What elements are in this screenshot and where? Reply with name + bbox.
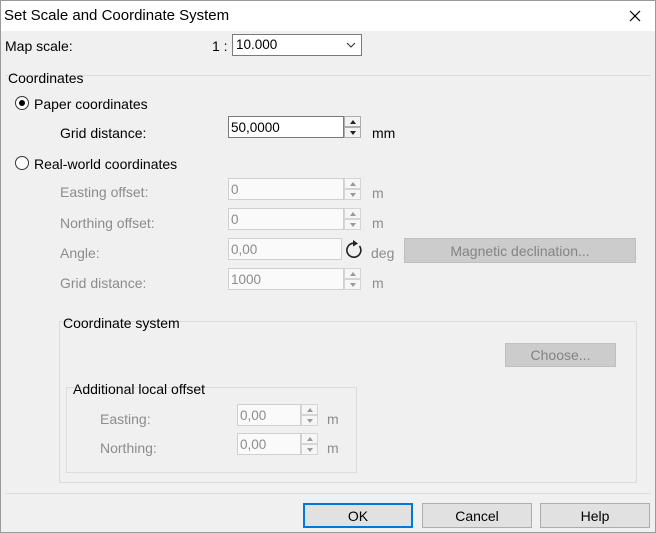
spin-down-button[interactable] xyxy=(344,127,361,138)
chevron-down-icon xyxy=(346,42,356,48)
magnetic-declination-button[interactable]: Magnetic declination... xyxy=(404,238,636,263)
spin-down-button[interactable] xyxy=(301,415,318,426)
close-button[interactable] xyxy=(620,0,650,31)
spin-up-button[interactable] xyxy=(344,268,361,279)
local-northing-label: Northing: xyxy=(100,440,157,456)
paper-grid-distance-spinner[interactable] xyxy=(344,116,361,138)
real-grid-distance-value: 1000 xyxy=(231,272,262,287)
paper-grid-distance-label: Grid distance: xyxy=(60,125,147,141)
northing-offset-input[interactable]: 0 xyxy=(228,208,344,230)
local-offset-group-label: Additional local offset xyxy=(73,381,206,397)
real-world-coordinates-radio[interactable] xyxy=(15,156,29,170)
help-button[interactable]: Help xyxy=(540,503,650,528)
spin-down-button[interactable] xyxy=(344,219,361,230)
local-northing-unit: m xyxy=(327,440,339,456)
local-offset-group xyxy=(66,387,357,473)
spin-up-button[interactable] xyxy=(344,178,361,189)
choose-button[interactable]: Choose... xyxy=(505,343,616,367)
local-easting-label: Easting: xyxy=(100,411,151,427)
spin-up-button[interactable] xyxy=(301,404,318,415)
easting-offset-input[interactable]: 0 xyxy=(228,178,344,200)
arrow-down-icon xyxy=(349,282,356,287)
arrow-up-icon xyxy=(306,407,313,412)
dialog-title: Set Scale and Coordinate System xyxy=(4,7,230,24)
local-northing-value: 0,00 xyxy=(240,437,267,452)
arrow-up-icon xyxy=(349,119,356,124)
real-world-coordinates-label[interactable]: Real-world coordinates xyxy=(34,156,177,172)
map-scale-value: 10.000 xyxy=(236,37,278,52)
spin-down-button[interactable] xyxy=(301,444,318,455)
spin-up-button[interactable] xyxy=(301,433,318,444)
northing-offset-unit: m xyxy=(372,215,384,231)
easting-offset-unit: m xyxy=(372,185,384,201)
spin-down-button[interactable] xyxy=(344,189,361,200)
close-icon xyxy=(629,10,641,21)
northing-offset-spinner[interactable] xyxy=(344,208,361,230)
angle-label: Angle: xyxy=(60,245,100,261)
arrow-up-icon xyxy=(349,211,356,216)
coordinates-group-label: Coordinates xyxy=(8,70,84,86)
arrow-down-icon xyxy=(306,447,313,452)
angle-value: 0,00 xyxy=(231,242,258,257)
easting-offset-value: 0 xyxy=(231,182,239,197)
ok-button[interactable]: OK xyxy=(303,503,413,528)
real-grid-distance-unit: m xyxy=(372,275,384,291)
local-easting-unit: m xyxy=(327,411,339,427)
paper-grid-distance-input[interactable]: 50,0000 xyxy=(228,116,344,138)
local-easting-value: 0,00 xyxy=(240,408,267,423)
arrow-up-icon xyxy=(349,181,356,186)
map-scale-combobox[interactable]: 10.000 xyxy=(232,34,362,56)
map-scale-label: Map scale: xyxy=(5,38,73,54)
easting-offset-spinner[interactable] xyxy=(344,178,361,200)
paper-grid-distance-value: 50,0000 xyxy=(231,120,280,135)
paper-coordinates-label[interactable]: Paper coordinates xyxy=(34,96,148,112)
easting-offset-label: Easting offset: xyxy=(60,184,149,200)
angle-unit: deg xyxy=(371,245,395,261)
section-divider xyxy=(5,75,651,76)
local-northing-spinner[interactable] xyxy=(301,433,318,455)
angle-input[interactable]: 0,00 xyxy=(228,238,342,260)
coordinate-system-group-label: Coordinate system xyxy=(63,315,180,331)
footer-divider xyxy=(5,493,651,494)
real-grid-distance-label: Grid distance: xyxy=(60,275,147,291)
arrow-down-icon xyxy=(349,222,356,227)
arrow-down-icon xyxy=(349,130,356,135)
local-northing-input[interactable]: 0,00 xyxy=(237,433,301,455)
paper-grid-distance-unit: mm xyxy=(372,125,396,141)
arrow-down-icon xyxy=(349,192,356,197)
local-easting-spinner[interactable] xyxy=(301,404,318,426)
arrow-up-icon xyxy=(349,271,356,276)
arrow-down-icon xyxy=(306,418,313,423)
rotate-clockwise-icon[interactable] xyxy=(343,239,365,261)
arrow-up-icon xyxy=(306,436,313,441)
map-scale-prefix: 1 : xyxy=(212,38,228,54)
paper-coordinates-radio[interactable] xyxy=(15,96,29,110)
spin-down-button[interactable] xyxy=(344,279,361,290)
northing-offset-label: Northing offset: xyxy=(60,215,155,231)
local-easting-input[interactable]: 0,00 xyxy=(237,404,301,426)
real-grid-distance-input[interactable]: 1000 xyxy=(228,268,344,290)
cancel-button[interactable]: Cancel xyxy=(422,503,532,528)
spin-up-button[interactable] xyxy=(344,116,361,127)
northing-offset-value: 0 xyxy=(231,212,239,227)
real-grid-distance-spinner[interactable] xyxy=(344,268,361,290)
spin-up-button[interactable] xyxy=(344,208,361,219)
